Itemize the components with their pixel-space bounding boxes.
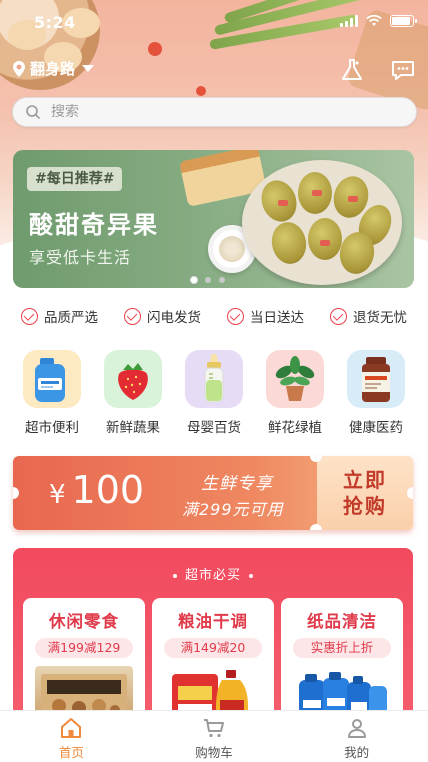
baby-bottle-icon xyxy=(185,350,243,408)
guarantee-label: 闪电发货 xyxy=(147,310,201,326)
guarantee-item: 退货无忧 xyxy=(330,306,407,326)
cart-icon xyxy=(204,719,224,738)
potted-plant-icon xyxy=(266,350,324,408)
banner-pagination xyxy=(191,277,225,283)
check-circle-icon xyxy=(21,307,38,325)
grab-label-line2: 抢购 xyxy=(343,494,387,518)
home-icon xyxy=(61,718,82,738)
detergent-bottle-icon xyxy=(23,350,81,408)
coupon-notch xyxy=(13,487,19,499)
grab-coupon-button[interactable]: 立即 抢购 xyxy=(317,456,413,530)
user-icon xyxy=(347,719,366,738)
grab-label-line1: 立即 xyxy=(343,468,387,492)
market-card-title: 纸品清洁 xyxy=(307,612,377,631)
guarantee-label: 退货无忧 xyxy=(353,310,407,326)
promo-banner[interactable]: #每日推荐# 酸甜奇异果 享受低卡生活 xyxy=(13,150,414,288)
check-circle-icon xyxy=(330,307,347,325)
battery-icon xyxy=(390,15,417,27)
category-label: 母婴百货 xyxy=(187,420,241,436)
coupon-notch xyxy=(407,487,413,499)
market-card-grain-oil[interactable]: 粮油干调 满149减20 xyxy=(152,598,274,718)
location-selector[interactable]: 翻身路 xyxy=(12,58,95,79)
category-label: 健康医药 xyxy=(349,420,403,436)
coupon-amount: ¥100 xyxy=(49,468,144,512)
wifi-icon xyxy=(366,15,382,26)
location-label: 翻身路 xyxy=(30,60,76,78)
search-icon xyxy=(26,105,40,119)
tab-label: 购物车 xyxy=(195,745,233,760)
coupon-condition: 满299元可用 xyxy=(182,500,284,519)
market-card-paper-cleaning[interactable]: 纸品清洁 实惠折上折 xyxy=(281,598,403,718)
tab-home[interactable]: 首页 xyxy=(0,711,143,762)
category-supermarket[interactable]: 超市便利 xyxy=(19,350,85,436)
guarantee-item: 品质严选 xyxy=(21,306,98,326)
tomato-image xyxy=(196,86,206,96)
tomato-image xyxy=(148,42,162,56)
chat-icon xyxy=(392,61,414,80)
category-mother-baby[interactable]: 母婴百货 xyxy=(181,350,247,436)
category-label: 超市便利 xyxy=(25,420,79,436)
category-health-medicine[interactable]: 健康医药 xyxy=(343,350,409,436)
banner-headline: 酸甜奇异果 xyxy=(29,211,159,239)
coupon-value: 100 xyxy=(71,468,145,512)
strawberry-icon xyxy=(104,350,162,408)
coupon-banner[interactable]: ¥100 生鲜专享 满299元可用 立即 抢购 xyxy=(13,456,413,530)
check-circle-icon xyxy=(227,307,244,325)
cellular-signal-icon xyxy=(340,15,358,27)
search-input[interactable] xyxy=(51,104,371,120)
category-flowers-plants[interactable]: 鲜花绿植 xyxy=(262,350,328,436)
tab-label: 我的 xyxy=(344,745,370,760)
guarantee-item: 当日送达 xyxy=(227,306,304,326)
service-guarantees: 品质严选 闪电发货 当日送达 退货无忧 xyxy=(0,306,428,326)
guarantee-label: 当日送达 xyxy=(250,310,304,326)
pagination-dot xyxy=(219,277,225,283)
flask-icon xyxy=(342,59,362,80)
category-label: 鲜花绿植 xyxy=(268,420,322,436)
banner-tag: #每日推荐# xyxy=(27,167,123,191)
guarantee-label: 品质严选 xyxy=(44,310,98,326)
banner-subline: 享受低卡生活 xyxy=(29,248,132,267)
market-card-title: 粮油干调 xyxy=(178,612,248,631)
pagination-dot-active xyxy=(191,277,197,283)
market-card-promo: 满149减20 xyxy=(164,638,262,658)
chevron-down-icon xyxy=(82,65,95,72)
status-time: 5:24 xyxy=(34,13,76,32)
location-pin-icon xyxy=(13,60,25,77)
market-card-promo: 满199减129 xyxy=(35,638,133,658)
search-bar[interactable] xyxy=(12,97,417,127)
status-bar: 5:24 xyxy=(0,0,428,44)
currency-symbol: ¥ xyxy=(49,480,66,510)
pagination-dot xyxy=(205,277,211,283)
scan-button[interactable] xyxy=(338,56,366,84)
market-section: 超市必买 休闲零食 满199减129 粮油干调 满149减20 纸品清洁 实惠折… xyxy=(13,548,413,718)
vitamin-bottle-icon xyxy=(347,350,405,408)
guarantee-item: 闪电发货 xyxy=(124,306,201,326)
market-card-snacks[interactable]: 休闲零食 满199减129 xyxy=(23,598,145,718)
market-title: 超市必买 xyxy=(13,564,413,583)
check-circle-icon xyxy=(124,307,141,325)
tab-profile[interactable]: 我的 xyxy=(285,711,428,762)
message-button[interactable] xyxy=(389,56,417,84)
category-fresh-produce[interactable]: 新鲜蔬果 xyxy=(100,350,166,436)
market-card-promo: 实惠折上折 xyxy=(293,638,391,658)
status-icons xyxy=(340,15,417,27)
tab-cart[interactable]: 购物车 xyxy=(143,711,286,762)
kiwi-plate-image xyxy=(242,160,402,285)
market-title-text: 超市必买 xyxy=(184,568,241,583)
market-card-title: 休闲零食 xyxy=(49,612,119,631)
tab-label: 首页 xyxy=(58,745,84,760)
bottom-tab-bar: 首页 购物车 我的 xyxy=(0,710,428,762)
category-grid: 超市便利 新鲜蔬果 母婴百货 鲜花绿植 健康医药 xyxy=(0,350,428,436)
coupon-notch xyxy=(310,524,322,530)
category-label: 新鲜蔬果 xyxy=(106,420,160,436)
coupon-title: 生鲜专享 xyxy=(201,474,273,494)
